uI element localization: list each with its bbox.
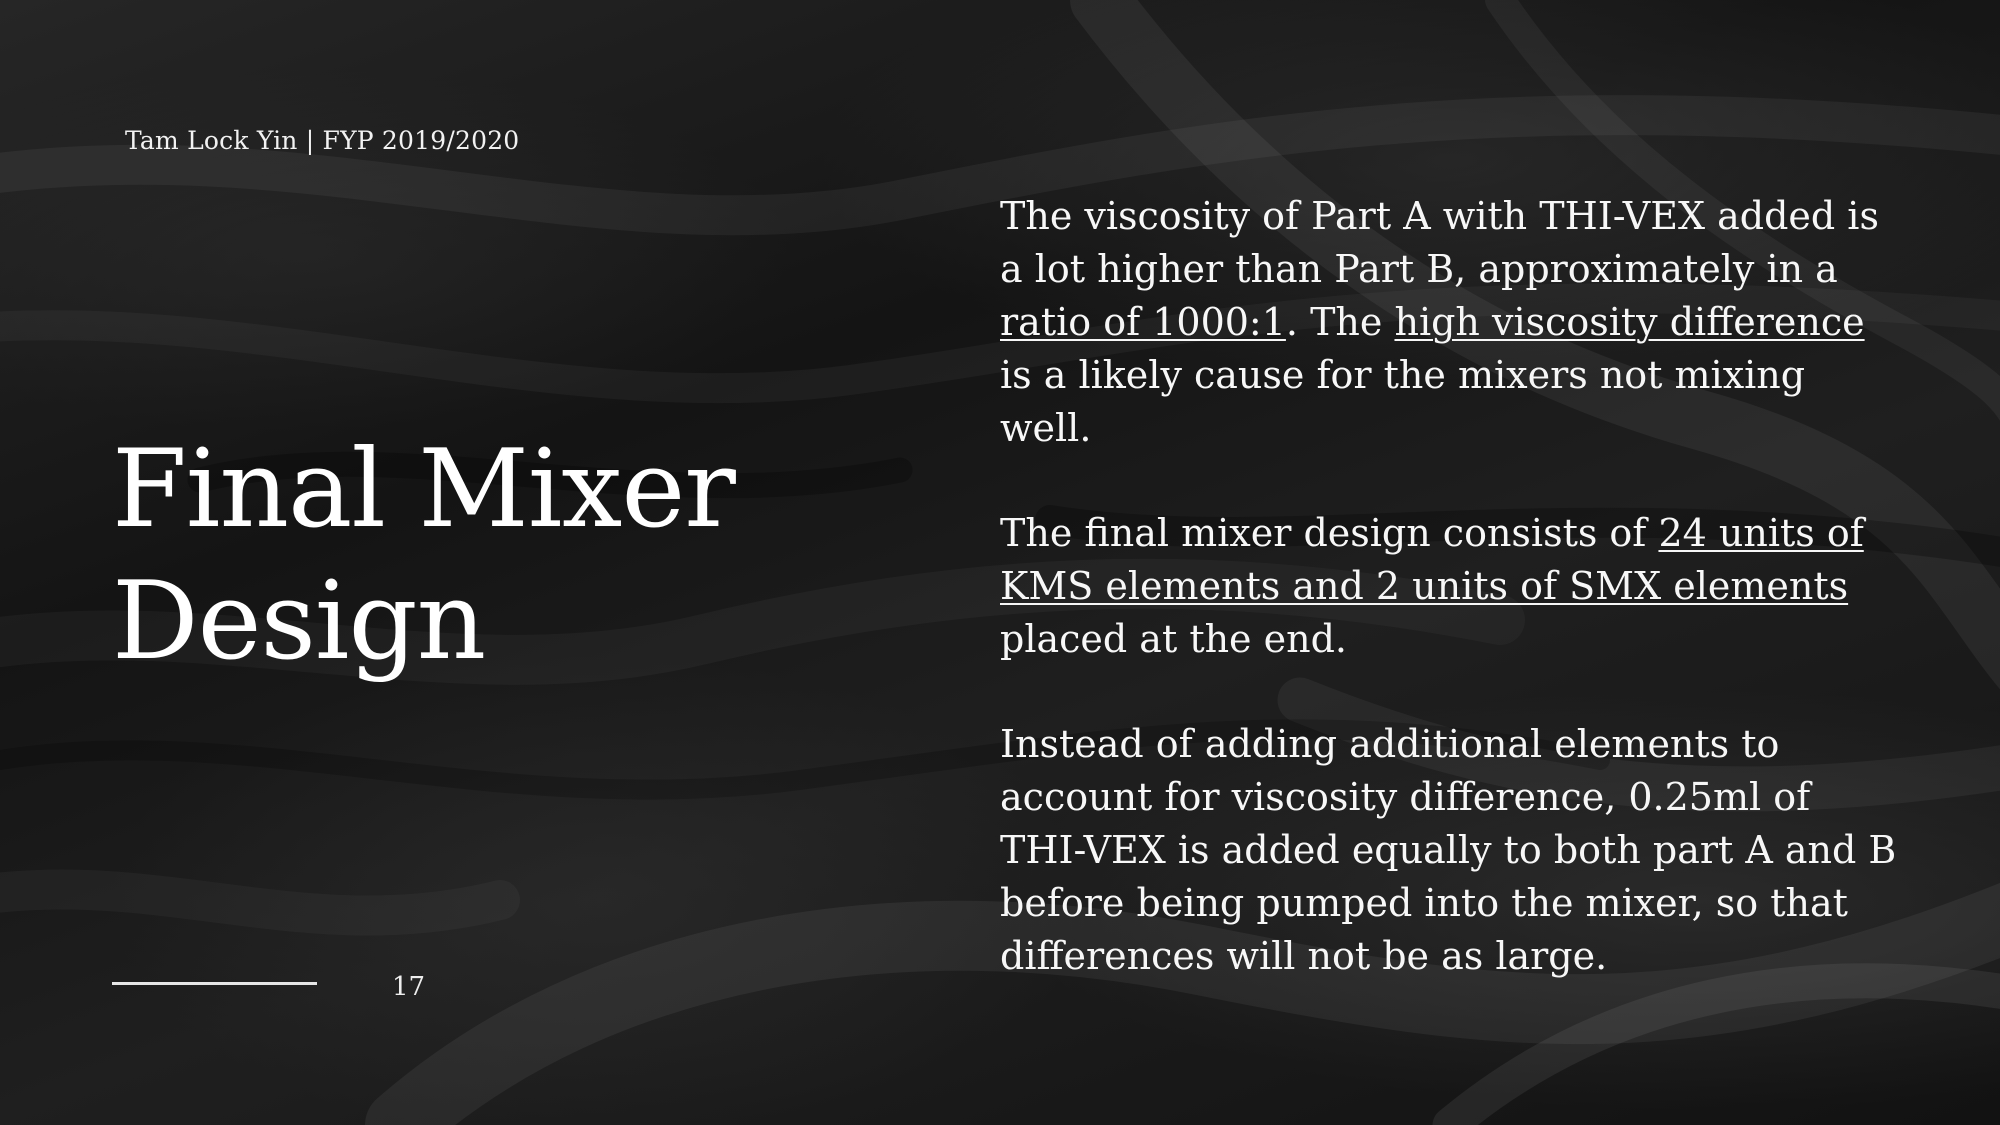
- paragraph-viscosity-text-3: is a likely cause for the mixers not mix…: [1000, 353, 1806, 450]
- footer-divider: [112, 982, 317, 985]
- viscosity-difference-highlight: high viscosity difference: [1394, 300, 1865, 344]
- paragraph-viscosity-text-2: . The: [1285, 300, 1395, 344]
- paragraph-design-text-2: placed at the end.: [1000, 617, 1347, 661]
- page-number: 17: [392, 972, 426, 1002]
- paragraph-viscosity: The viscosity of Part A with THI-VEX add…: [1000, 190, 1905, 455]
- page-title-line-1: Final Mixer: [112, 427, 736, 552]
- paragraph-viscosity-text-1: The viscosity of Part A with THI-VEX add…: [1000, 194, 1879, 291]
- paragraph-thivex: Instead of adding additional elements to…: [1000, 722, 1897, 978]
- slide: Tam Lock Yin | FYP 2019/2020 Final Mixer…: [0, 0, 2000, 1125]
- body-text: The viscosity of Part A with THI-VEX add…: [1000, 190, 1905, 1035]
- paragraph-design: The final mixer design consists of 24 un…: [1000, 507, 1905, 666]
- page-title: Final Mixer Design: [112, 424, 872, 688]
- ratio-highlight: ratio of 1000:1: [1000, 300, 1286, 344]
- paragraph-design-text-1: The final mixer design consists of: [1000, 511, 1659, 555]
- page-title-line-2: Design: [112, 559, 486, 684]
- header-credit: Tam Lock Yin | FYP 2019/2020: [125, 126, 520, 155]
